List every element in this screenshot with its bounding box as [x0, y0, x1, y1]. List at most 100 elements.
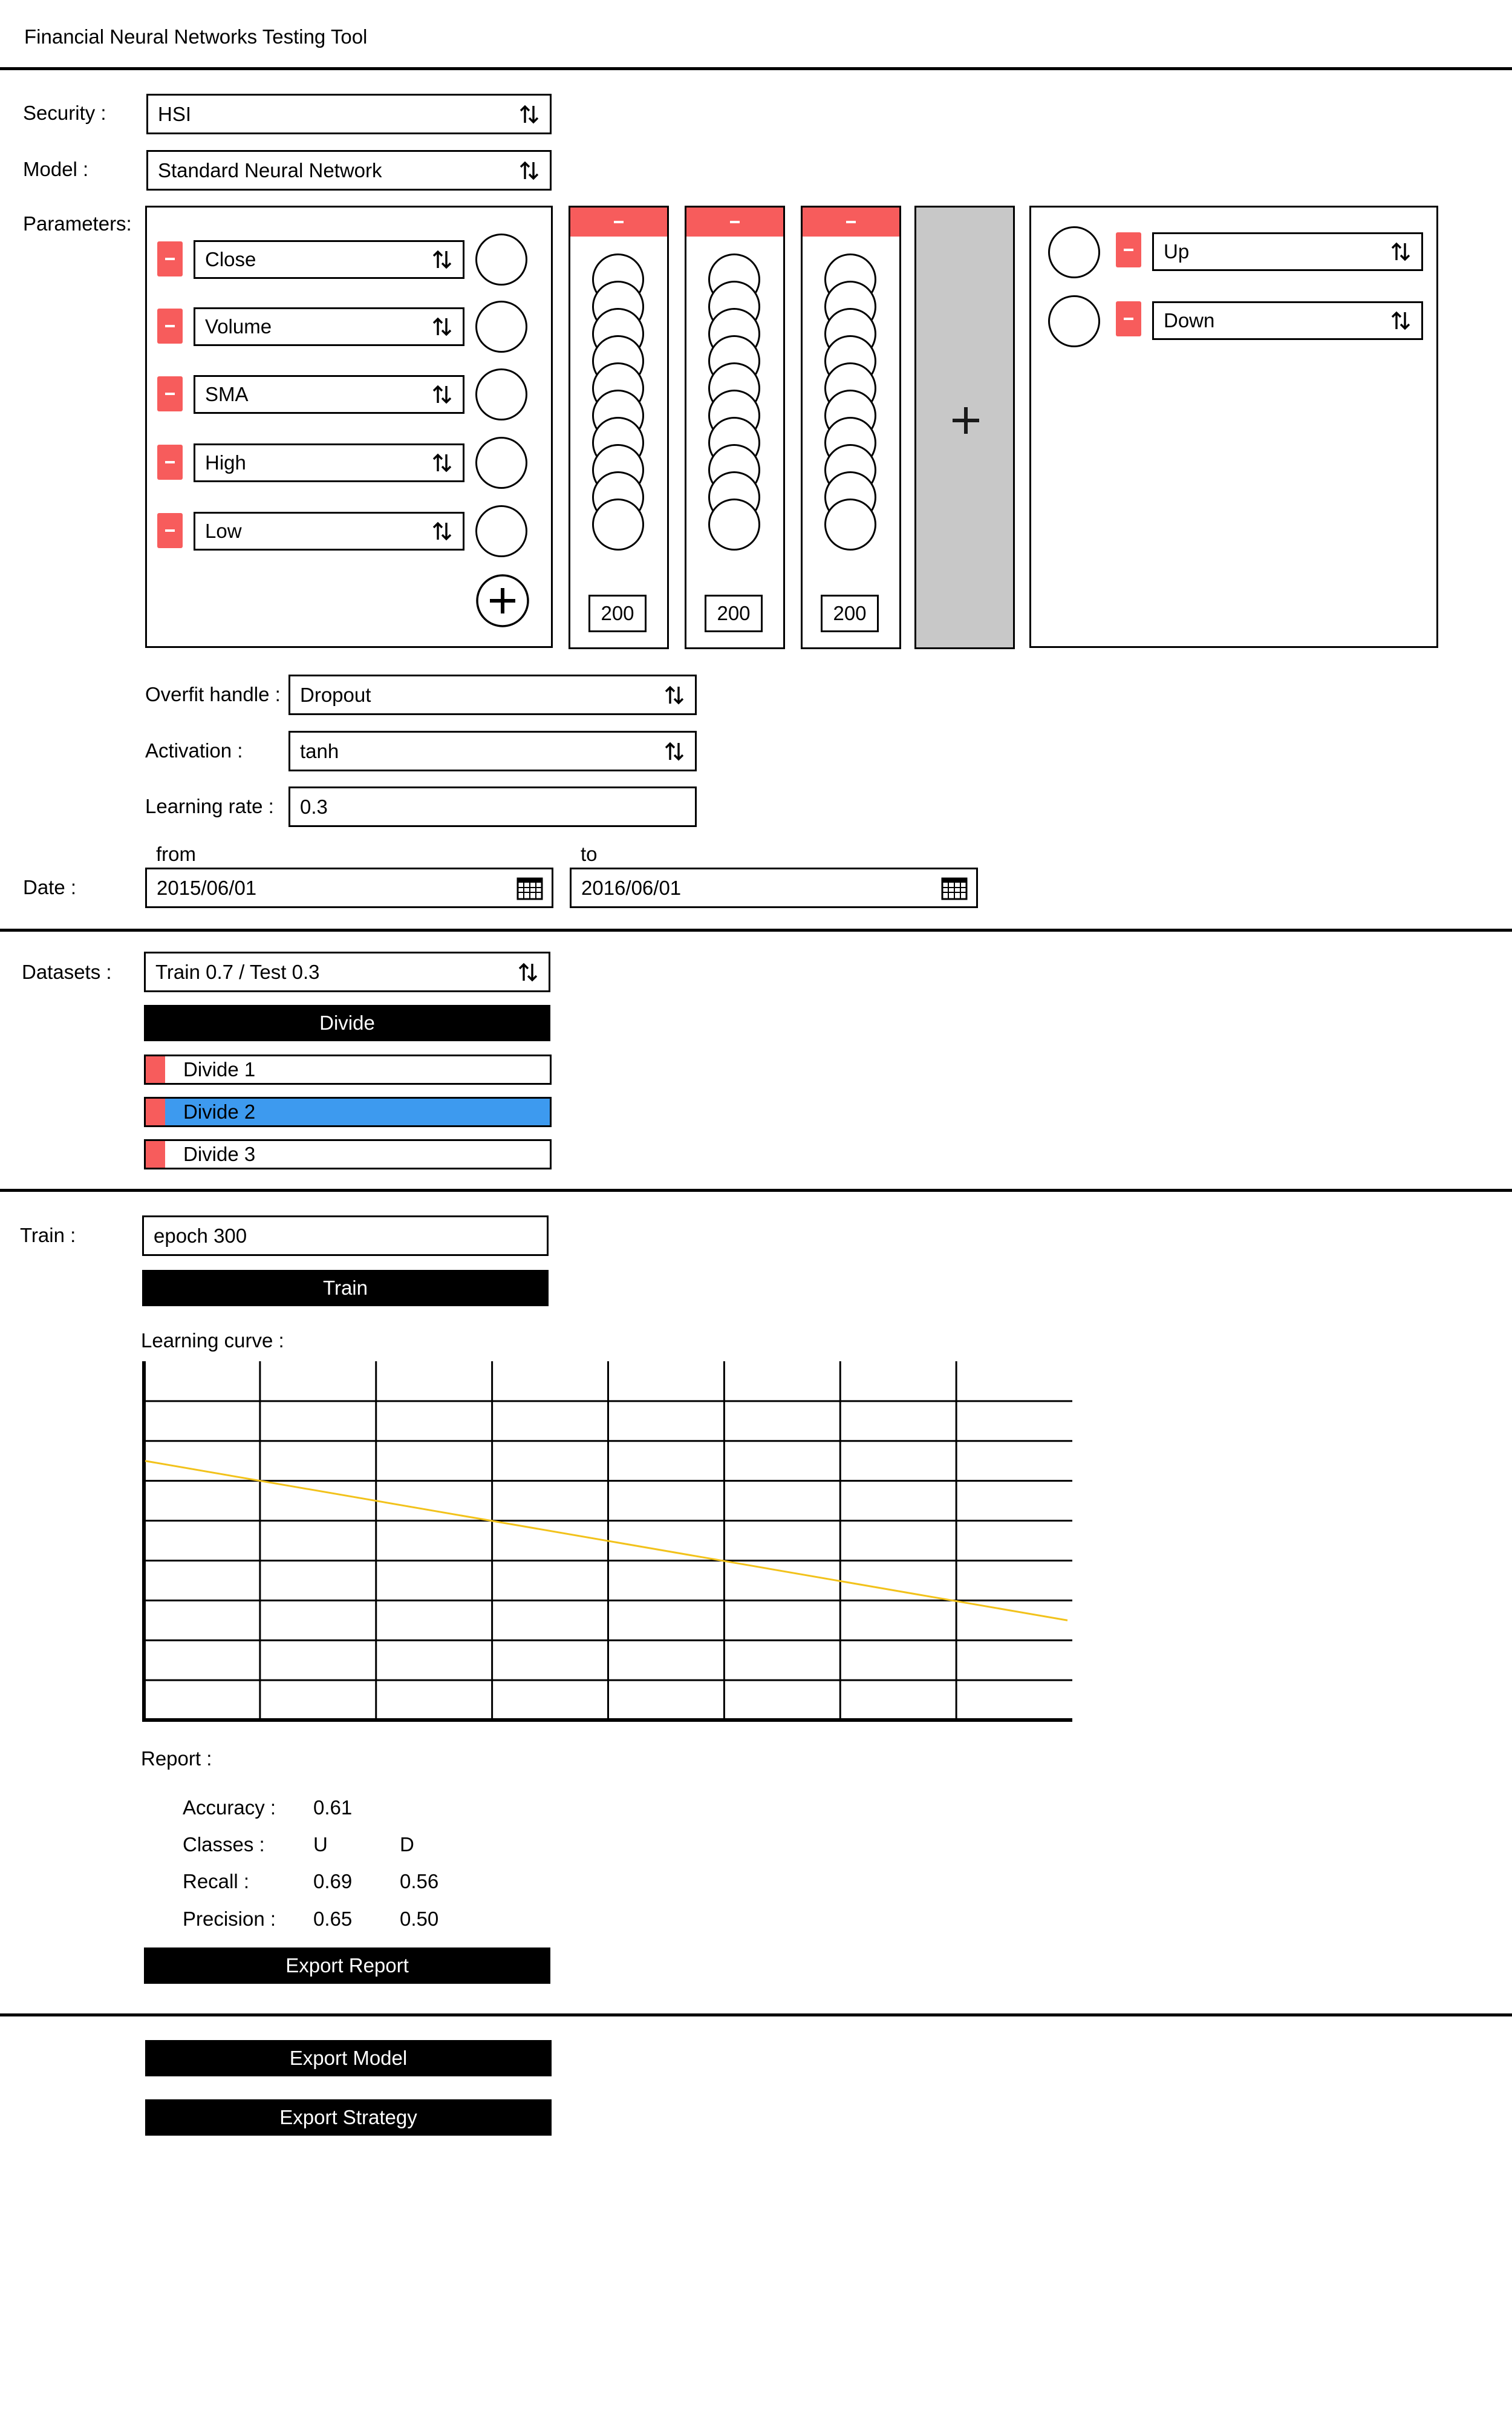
section-divider: [0, 2013, 1512, 2016]
export-strategy-button[interactable]: Export Strategy: [145, 2099, 552, 2136]
input-label: High: [205, 451, 246, 474]
epoch-input[interactable]: epoch 300: [142, 1215, 549, 1256]
overfit-select[interactable]: Dropout: [288, 675, 697, 715]
add-input-plus-icon[interactable]: [475, 574, 530, 628]
updown-arrows-icon: [432, 250, 452, 269]
remove-input-volume-button[interactable]: [157, 309, 183, 344]
date-to-input[interactable]: 2016/06/01: [570, 868, 978, 908]
precision-u: 0.65: [313, 1908, 353, 1930]
header-divider: [0, 67, 1512, 70]
updown-arrows-icon: [432, 385, 452, 404]
remove-input-low-button[interactable]: [157, 513, 183, 548]
datasets-value: Train 0.7 / Test 0.3: [155, 960, 320, 983]
security-value: HSI: [158, 102, 192, 125]
updown-arrows-icon: [665, 742, 684, 760]
divide-item-selected[interactable]: Divide 2: [144, 1097, 552, 1127]
precision-d: 0.50: [400, 1908, 439, 1930]
activation-select[interactable]: tanh: [288, 731, 697, 771]
input-select-low[interactable]: Low: [194, 512, 464, 551]
divide-item-label: Divide 2: [183, 1100, 256, 1123]
date-from-input[interactable]: 2015/06/01: [145, 868, 553, 908]
date-from-label: from: [156, 843, 196, 865]
security-label: Security :: [23, 102, 106, 124]
recall-u: 0.69: [313, 1870, 353, 1892]
activation-value: tanh: [300, 739, 339, 762]
section-divider: [0, 929, 1512, 932]
overfit-label: Overfit handle :: [145, 683, 281, 705]
output-label: Down: [1164, 309, 1215, 332]
neuron-node: [708, 499, 760, 551]
input-node: [475, 437, 527, 489]
train-label: Train :: [20, 1224, 76, 1246]
input-label: Close: [205, 248, 256, 270]
learning-rate-label: Learning rate :: [145, 795, 274, 817]
input-select-high[interactable]: High: [194, 443, 464, 482]
train-button[interactable]: Train: [142, 1270, 549, 1306]
class-d: D: [400, 1833, 414, 1856]
datasets-select[interactable]: Train 0.7 / Test 0.3: [144, 952, 550, 992]
remove-input-high-button[interactable]: [157, 445, 183, 480]
remove-input-close-button[interactable]: [157, 241, 183, 276]
updown-arrows-icon: [665, 685, 684, 704]
updown-arrows-icon: [520, 105, 539, 123]
divide-color-swatch: [146, 1141, 165, 1168]
security-select[interactable]: HSI: [146, 94, 552, 134]
output-node: [1048, 295, 1100, 347]
overfit-value: Dropout: [300, 683, 371, 706]
calendar-icon[interactable]: [516, 876, 543, 900]
divide-button[interactable]: Divide: [144, 1005, 550, 1041]
divide-item-label: Divide 1: [183, 1058, 256, 1081]
input-select-volume[interactable]: Volume: [194, 307, 464, 346]
output-select-down[interactable]: Down: [1152, 301, 1423, 340]
updown-arrows-icon: [432, 522, 452, 541]
divide-color-swatch: [146, 1056, 165, 1083]
remove-layer-minus-icon[interactable]: [570, 208, 667, 237]
learning-curve-chart: [142, 1361, 1072, 1722]
recall-label: Recall :: [183, 1870, 250, 1892]
model-select[interactable]: Standard Neural Network: [146, 150, 552, 191]
remove-layer-minus-icon[interactable]: [803, 208, 899, 237]
export-report-button[interactable]: Export Report: [144, 1947, 550, 1984]
add-layer-button[interactable]: [914, 206, 1015, 649]
model-value: Standard Neural Network: [158, 159, 382, 182]
input-select-sma[interactable]: SMA: [194, 375, 464, 414]
output-layer-panel: Up Down: [1029, 206, 1438, 648]
calendar-icon[interactable]: [941, 876, 968, 900]
date-to-value: 2016/06/01: [581, 876, 682, 899]
learning-rate-input[interactable]: 0.3: [288, 786, 697, 827]
parameters-label: Parameters:: [23, 212, 132, 235]
hidden-layer-panel: 200: [801, 206, 901, 649]
neuron-stack: [708, 253, 763, 580]
input-label: Volume: [205, 315, 272, 338]
layer-size-input[interactable]: 200: [588, 595, 647, 632]
recall-d: 0.56: [400, 1870, 439, 1892]
layer-size-input[interactable]: 200: [705, 595, 763, 632]
datasets-label: Datasets :: [22, 961, 112, 983]
divide-item-label: Divide 3: [183, 1143, 256, 1165]
remove-layer-minus-icon[interactable]: [686, 208, 783, 237]
remove-output-up-button[interactable]: [1116, 232, 1141, 267]
remove-input-sma-button[interactable]: [157, 376, 183, 411]
export-model-button[interactable]: Export Model: [145, 2040, 552, 2076]
updown-arrows-icon: [1391, 242, 1410, 261]
neuron-stack: [824, 253, 879, 580]
neuron-stack: [592, 253, 647, 580]
input-select-close[interactable]: Close: [194, 240, 464, 279]
model-label: Model :: [23, 158, 89, 180]
class-u: U: [313, 1833, 328, 1856]
divide-item[interactable]: Divide 1: [144, 1055, 552, 1085]
accuracy-label: Accuracy :: [183, 1796, 276, 1819]
input-label: Low: [205, 520, 242, 542]
neuron-node: [824, 499, 876, 551]
precision-label: Precision :: [183, 1908, 276, 1930]
updown-arrows-icon: [520, 161, 539, 180]
updown-arrows-icon: [432, 453, 452, 473]
output-label: Up: [1164, 240, 1190, 263]
updown-arrows-icon: [1391, 311, 1410, 330]
accuracy-value: 0.61: [313, 1796, 353, 1819]
remove-output-down-button[interactable]: [1116, 301, 1141, 336]
date-label: Date :: [23, 876, 77, 898]
output-select-up[interactable]: Up: [1152, 232, 1423, 271]
layer-size-input[interactable]: 200: [821, 595, 879, 632]
divide-item[interactable]: Divide 3: [144, 1139, 552, 1169]
